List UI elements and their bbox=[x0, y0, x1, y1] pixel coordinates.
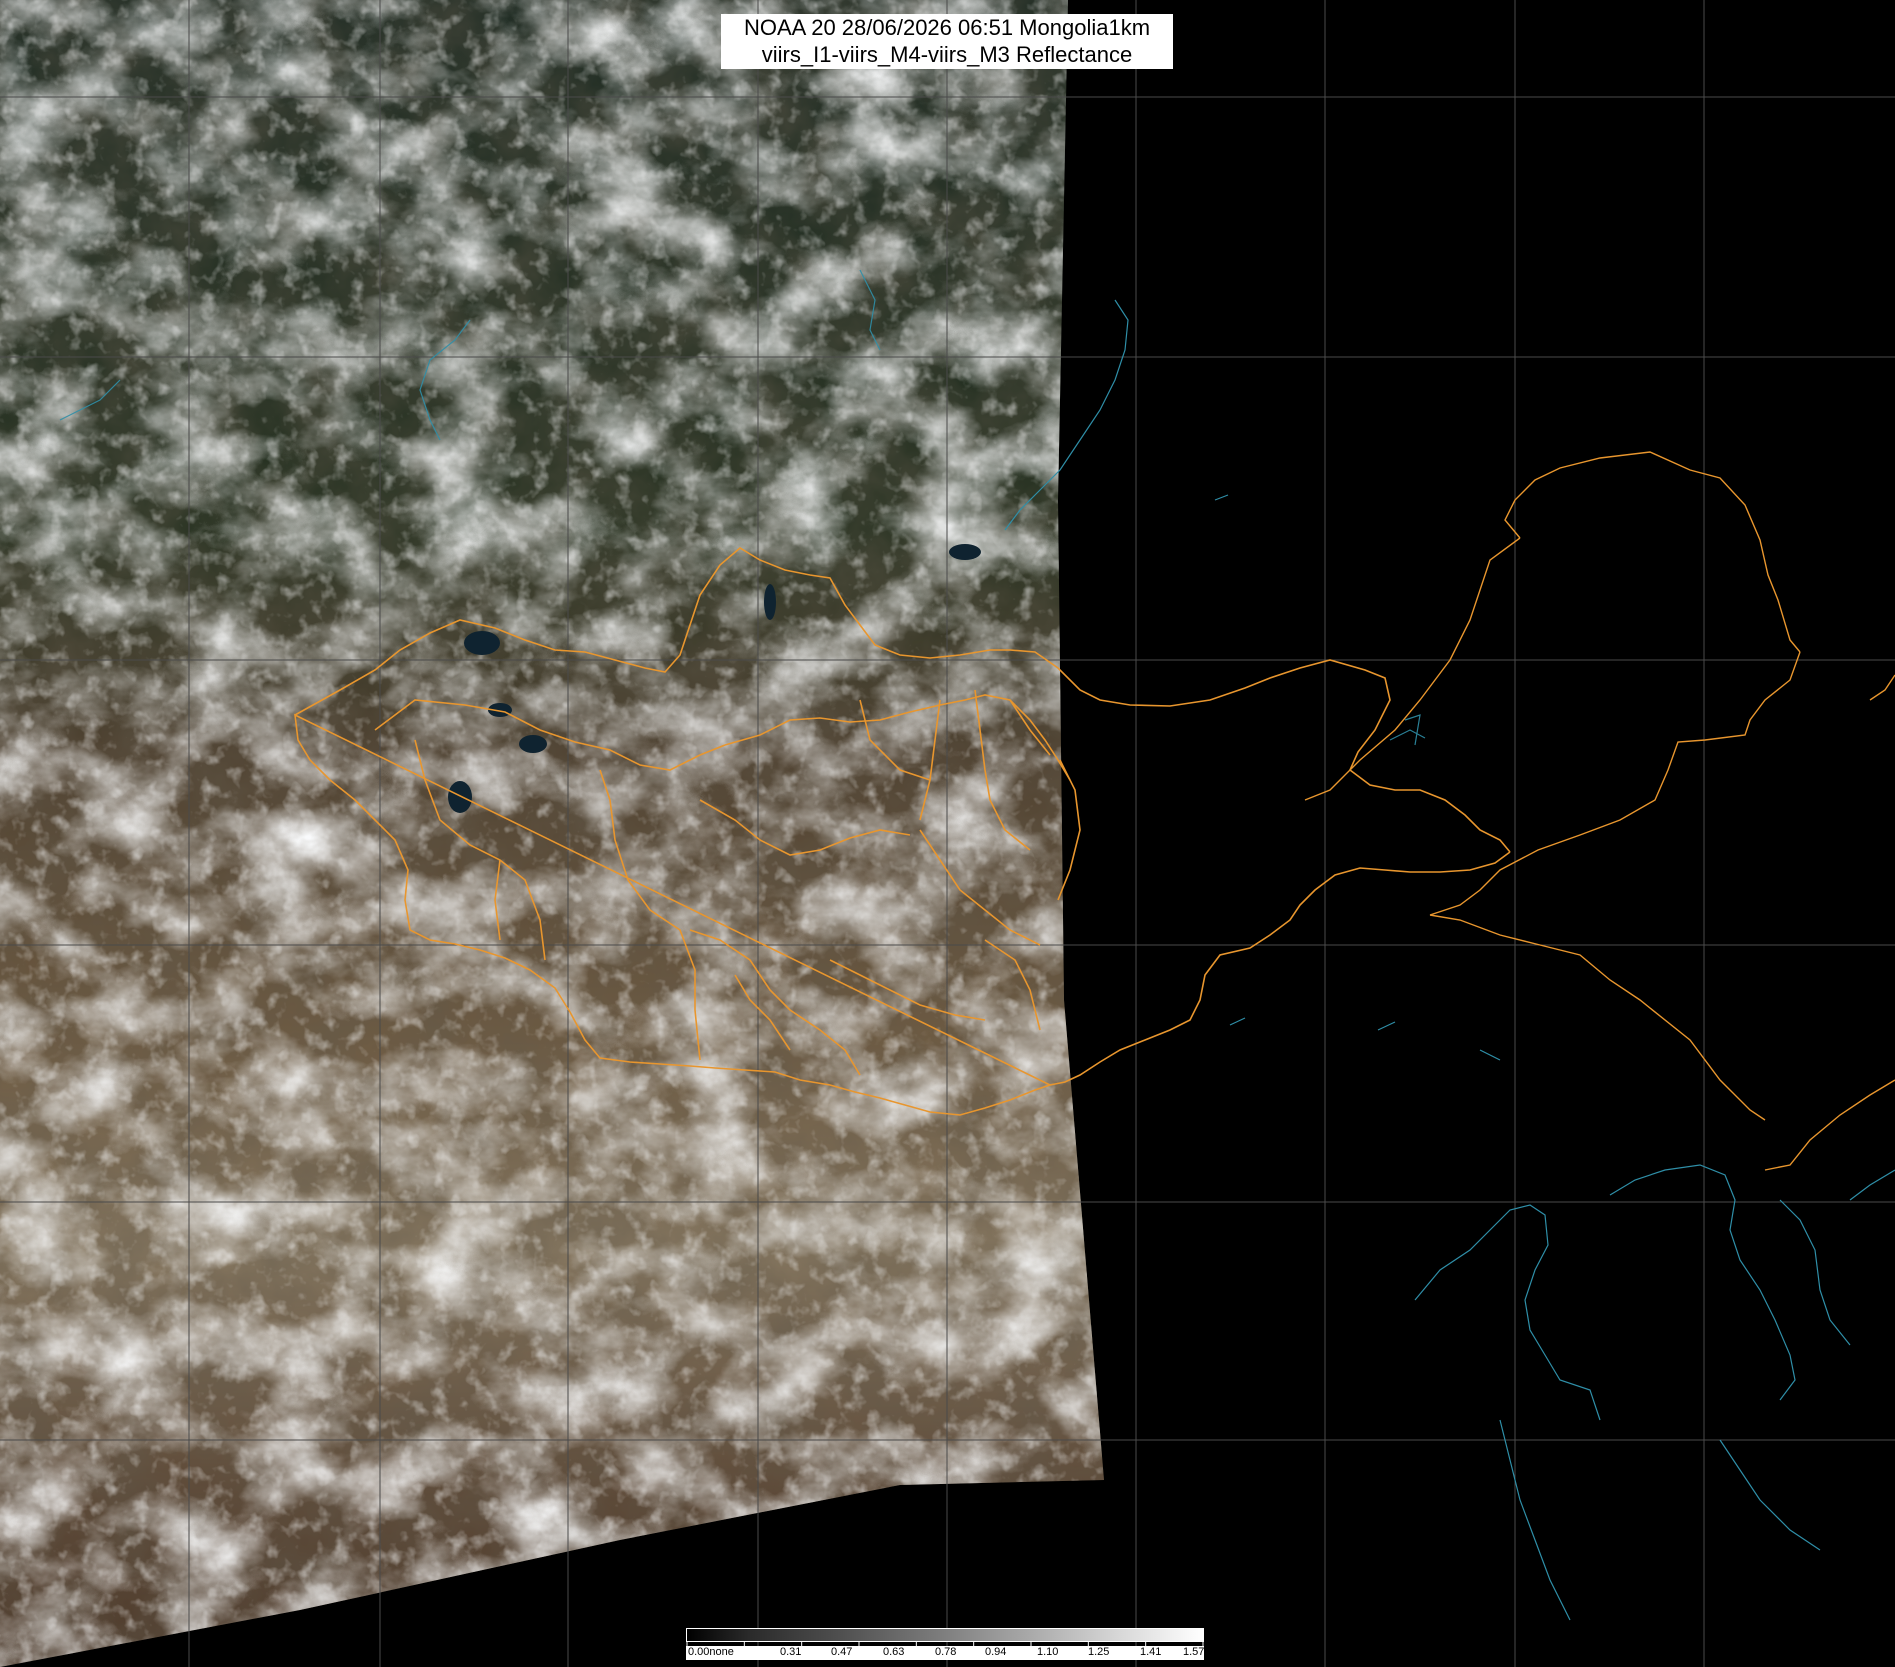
colorbar-label: 1.41 bbox=[1140, 1646, 1162, 1658]
satellite-map bbox=[0, 0, 1895, 1667]
colorbar-label: 0.94 bbox=[985, 1646, 1007, 1658]
colorbar-gradient bbox=[686, 1628, 1204, 1642]
title-line-1: NOAA 20 28/06/2026 06:51 Mongolia1km bbox=[743, 15, 1151, 40]
colorbar-label: 0.63 bbox=[883, 1646, 905, 1658]
colorbar-label: 1.10 bbox=[1037, 1646, 1059, 1658]
image-title: NOAA 20 28/06/2026 06:51 Mongolia1km vii… bbox=[721, 14, 1173, 69]
colorbar-label: 1.25 bbox=[1088, 1646, 1110, 1658]
title-line-2: viirs_I1-viirs_M4-viirs_M3 Reflectance bbox=[761, 42, 1133, 67]
colorbar-label: 0.47 bbox=[831, 1646, 853, 1658]
colorbar-label: 0.78 bbox=[935, 1646, 957, 1658]
colorbar-labels: 0.00none 0.31 0.47 0.63 0.78 0.94 1.10 1… bbox=[686, 1646, 1204, 1660]
colorbar-label: 0.00none bbox=[688, 1646, 734, 1658]
colorbar: 0.00none 0.31 0.47 0.63 0.78 0.94 1.10 1… bbox=[686, 1628, 1204, 1660]
imagery-swath bbox=[0, 0, 1104, 1667]
colorbar-label: 0.31 bbox=[780, 1646, 802, 1658]
colorbar-label: 1.57 bbox=[1183, 1646, 1205, 1658]
